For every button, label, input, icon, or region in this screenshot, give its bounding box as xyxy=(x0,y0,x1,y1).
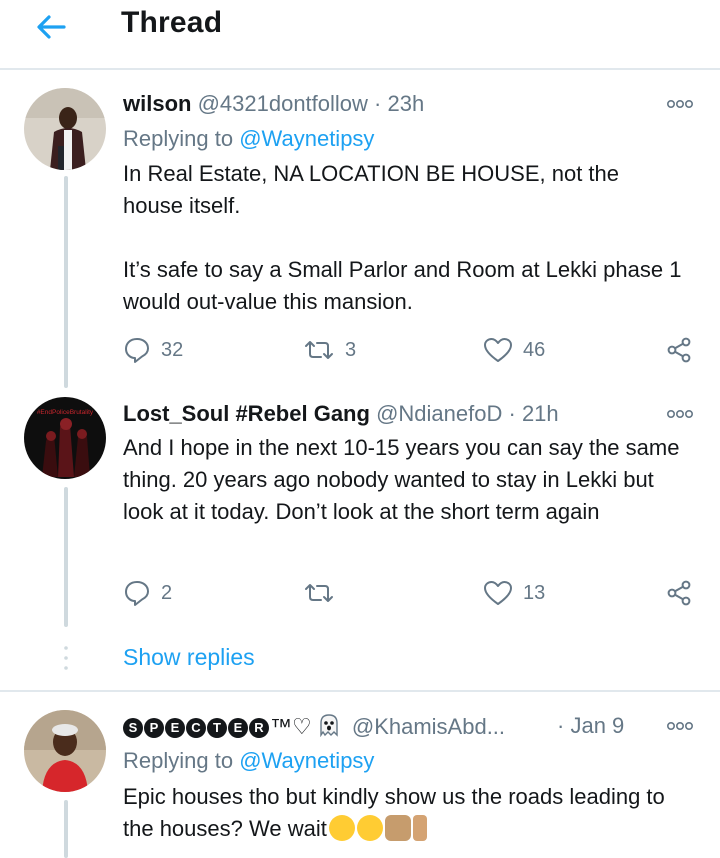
avatar[interactable] xyxy=(24,88,106,170)
ghost-icon xyxy=(318,713,340,743)
display-name[interactable]: S P E C T E R ™♡ xyxy=(123,714,340,739)
share-button[interactable] xyxy=(665,335,693,365)
replying-to-link[interactable]: @Waynetipsy xyxy=(239,126,374,151)
name-letter: T xyxy=(207,718,227,738)
heart-icon xyxy=(484,581,512,605)
more-options-icon[interactable] xyxy=(666,407,694,419)
separator: · xyxy=(374,91,382,116)
retweet-button[interactable]: 3 xyxy=(303,335,356,365)
reply-button[interactable]: 32 xyxy=(123,335,183,365)
avatar[interactable]: #EndPoliceBrutality xyxy=(24,397,106,479)
display-name[interactable]: Lost_Soul #Rebel Gang xyxy=(123,401,370,426)
share-icon xyxy=(667,337,691,363)
more-options-icon[interactable] xyxy=(666,719,694,731)
name-letter: E xyxy=(228,718,248,738)
replying-to-label: Replying to xyxy=(123,126,234,151)
reply-count: 32 xyxy=(161,338,184,361)
share-button[interactable] xyxy=(665,578,693,608)
tweet-text: In Real Estate, NA LOCATION BE HOUSE, no… xyxy=(123,158,683,318)
retweet-button[interactable] xyxy=(303,578,345,608)
username[interactable]: @NdianefoD xyxy=(376,401,502,426)
like-button[interactable]: 13 xyxy=(483,578,545,608)
tweet-actions: 32 3 46 xyxy=(123,335,697,365)
like-button[interactable]: 46 xyxy=(483,335,545,365)
timestamp[interactable]: 23h xyxy=(388,91,425,116)
divider xyxy=(0,690,720,692)
retweet-count: 3 xyxy=(345,338,357,361)
username[interactable]: @4321dontfollow xyxy=(198,91,368,116)
neutral-face-emoji-icon xyxy=(356,815,383,841)
walking-person-emoji-icon xyxy=(412,815,427,841)
tweet-text: Epic houses tho but kindly show us the r… xyxy=(123,781,683,845)
reply-count: 2 xyxy=(161,581,173,604)
replying-to-link[interactable]: @Waynetipsy xyxy=(239,748,374,773)
replying-to: Replying to @Waynetipsy xyxy=(123,748,374,774)
tweet-time: · Jan 9 xyxy=(557,713,624,739)
avatar-caption: #EndPoliceBrutality xyxy=(37,409,94,416)
top-bar: Thread xyxy=(0,0,720,70)
like-count: 13 xyxy=(523,581,546,604)
name-letter: E xyxy=(165,718,185,738)
more-options-icon[interactable] xyxy=(666,97,694,109)
tweet-header: S P E C T E R ™♡ @KhamisAbd... xyxy=(123,713,505,743)
back-arrow-icon[interactable] xyxy=(34,12,68,42)
tweet-header: Lost_Soul #Rebel Gang @NdianefoD · 21h xyxy=(123,401,559,427)
page-title: Thread xyxy=(121,6,223,39)
thinking-emoji-icon xyxy=(328,815,355,841)
tweet-header: wilson @4321dontfollow · 23h xyxy=(123,91,424,117)
reply-icon xyxy=(125,338,149,363)
heart-icon xyxy=(484,338,512,362)
display-name[interactable]: wilson xyxy=(123,91,191,116)
tweet-paragraph: In Real Estate, NA LOCATION BE HOUSE, no… xyxy=(123,161,620,218)
replying-to: Replying to @Waynetipsy xyxy=(123,126,374,152)
tweet-paragraph: And I hope in the next 10-15 years you c… xyxy=(123,435,680,524)
name-suffix: ™♡ xyxy=(270,714,312,739)
retweet-icon xyxy=(305,341,333,359)
tweet-paragraph: It’s safe to say a Small Parlor and Room… xyxy=(123,257,682,314)
share-icon xyxy=(667,580,691,606)
name-letter: S xyxy=(123,718,143,738)
separator: · xyxy=(508,401,516,426)
reply-icon xyxy=(125,581,149,606)
show-replies-link[interactable]: Show replies xyxy=(123,644,255,671)
tweet-text: And I hope in the next 10-15 years you c… xyxy=(123,432,683,528)
username[interactable]: @KhamisAbd... xyxy=(352,714,505,739)
thread-line xyxy=(64,176,68,388)
thread-line xyxy=(64,487,68,627)
name-letter: P xyxy=(144,718,164,738)
timestamp[interactable]: 21h xyxy=(522,401,559,426)
name-letter: C xyxy=(186,718,206,738)
reply-button[interactable]: 2 xyxy=(123,578,172,608)
tweet-actions: 2 13 xyxy=(123,578,697,608)
timestamp[interactable]: Jan 9 xyxy=(570,713,624,738)
thread-continuation-dots xyxy=(64,645,68,671)
thread-line xyxy=(64,800,68,858)
replying-to-label: Replying to xyxy=(123,748,234,773)
like-count: 46 xyxy=(523,338,546,361)
separator: · xyxy=(557,713,565,738)
avatar[interactable] xyxy=(24,710,106,792)
retweet-icon xyxy=(305,584,333,602)
shrug-emoji-icon xyxy=(384,815,411,841)
tweet-paragraph: Epic houses tho but kindly show us the r… xyxy=(123,781,683,845)
name-letter: R xyxy=(249,718,269,738)
